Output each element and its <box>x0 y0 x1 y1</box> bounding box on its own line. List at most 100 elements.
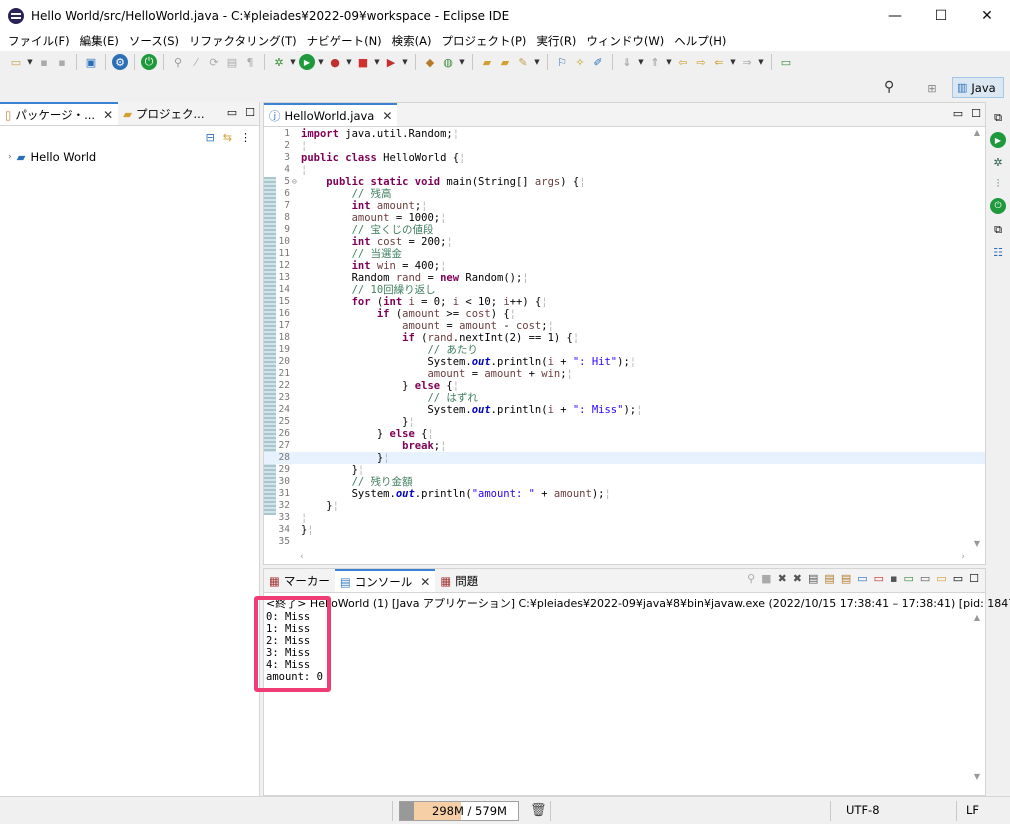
run-icon[interactable]: ▶ <box>299 54 315 70</box>
chevron-down-icon[interactable]: ▼ <box>729 58 737 66</box>
open-type-icon[interactable]: ▰ <box>497 54 513 70</box>
menu-edit[interactable]: 編集(E) <box>75 31 124 51</box>
menu-file[interactable]: ファイル(F) <box>3 31 75 51</box>
pen-icon[interactable]: ✎ <box>515 54 531 70</box>
restore-icon[interactable]: ⧉ <box>990 110 1006 126</box>
tab-problems[interactable]: ▦ 問題 <box>435 569 483 592</box>
chevron-right-icon[interactable]: › <box>8 152 12 162</box>
menu-search[interactable]: 検索(A) <box>387 31 437 51</box>
tab-markers[interactable]: ▦ マーカー <box>264 569 335 592</box>
maximize-pane-icon[interactable]: ☐ <box>969 572 979 585</box>
chevron-down-icon[interactable]: ▼ <box>317 58 325 66</box>
close-icon[interactable]: ✕ <box>420 575 430 589</box>
menu-navigate[interactable]: ナビゲート(N) <box>302 31 387 51</box>
doc-icon[interactable]: ▤ <box>224 54 240 70</box>
task-icon[interactable]: ⚐ <box>554 54 570 70</box>
search-icon[interactable]: ⚲ <box>884 79 894 95</box>
show-stderr-icon[interactable]: ▭ <box>874 572 884 585</box>
power-view-icon[interactable]: ⏻ <box>990 198 1006 214</box>
remove-all-icon[interactable]: ✖ <box>793 572 802 585</box>
annotation-icon[interactable]: ✐ <box>590 54 606 70</box>
editor-vertical-scrollbar[interactable]: ▲ ▼ <box>971 128 983 548</box>
settings-icon[interactable]: ⚙ <box>112 54 128 70</box>
debug-icon[interactable]: ✲ <box>271 54 287 70</box>
new-console-icon[interactable]: ▭ <box>936 572 946 585</box>
close-icon[interactable]: ✕ <box>103 108 113 122</box>
close-button[interactable]: ✕ <box>964 0 1010 31</box>
chevron-down-icon[interactable]: ▼ <box>665 58 673 66</box>
clear-console-icon[interactable]: ▤ <box>808 572 818 585</box>
restore-icon[interactable]: ⧉ <box>990 222 1006 238</box>
menu-window[interactable]: ウィンドウ(W) <box>581 31 669 51</box>
menu-run[interactable]: 実行(R) <box>531 31 581 51</box>
outline-icon[interactable]: ☷ <box>990 244 1006 260</box>
open-console-icon[interactable]: ▭ <box>904 572 914 585</box>
word-wrap-icon[interactable]: ▤ <box>841 572 851 585</box>
open-folder-icon[interactable]: ▰ <box>479 54 495 70</box>
menu-refactor[interactable]: リファクタリング(T) <box>184 31 302 51</box>
chevron-down-icon[interactable]: ▼ <box>373 58 381 66</box>
refresh-icon[interactable]: ⟳ <box>206 54 222 70</box>
maximize-pane-icon[interactable]: ☐ <box>971 107 981 120</box>
view-menu-icon[interactable]: ⋮ <box>240 131 251 144</box>
back-icon[interactable]: ⇐ <box>711 54 727 70</box>
tree-item-project[interactable]: › ▰ Hello World <box>0 148 259 166</box>
show-stdout-icon[interactable]: ▭ <box>857 572 867 585</box>
wand-icon[interactable]: ⁄ <box>188 54 204 70</box>
power-icon[interactable]: ⏻ <box>141 54 157 70</box>
chevron-down-icon[interactable]: ▼ <box>533 58 541 66</box>
tab-package-explorer[interactable]: ▯ パッケージ・... ✕ <box>0 102 119 125</box>
debug-view-icon[interactable]: ✲ <box>990 154 1006 170</box>
coverage-icon[interactable]: ● <box>327 54 343 70</box>
paragraph-icon[interactable]: ¶ <box>242 54 258 70</box>
chevron-down-icon[interactable]: ▼ <box>345 58 353 66</box>
menu-help[interactable]: ヘルプ(H) <box>669 31 731 51</box>
save-output-icon[interactable]: ▪ <box>890 572 897 585</box>
java-perspective-button[interactable]: ▥ Java <box>952 77 1004 98</box>
forward-icon[interactable]: ⇒ <box>739 54 755 70</box>
chevron-down-icon[interactable]: ▼ <box>289 58 297 66</box>
run-view-icon[interactable]: ▶ <box>990 132 1006 148</box>
tab-console[interactable]: ▤ コンソール ✕ <box>334 569 436 592</box>
chevron-down-icon[interactable]: ▼ <box>458 58 466 66</box>
last-edit-forward-icon[interactable]: ⇨ <box>693 54 709 70</box>
menu-project[interactable]: プロジェクト(P) <box>437 31 532 51</box>
minimize-pane-icon[interactable]: ▭ <box>953 107 963 120</box>
chevron-down-icon[interactable]: ▼ <box>637 58 645 66</box>
menu-source[interactable]: ソース(S) <box>124 31 184 51</box>
package-icon[interactable]: ◆ <box>422 54 438 70</box>
display-console-icon[interactable]: ▭ <box>920 572 930 585</box>
code-editor[interactable]: 1 import java.util.Random;¦ 2 ¦ 3 public cl… <box>264 128 985 550</box>
minimize-button[interactable]: — <box>872 0 918 31</box>
next-annotation-icon[interactable]: ⇓ <box>619 54 635 70</box>
console-vertical-scrollbar[interactable]: ▲ ▼ <box>971 613 983 781</box>
minimize-pane-icon[interactable]: ▭ <box>953 572 963 585</box>
stop-icon[interactable]: ■ <box>355 54 371 70</box>
chevron-down-icon[interactable]: ▼ <box>26 58 34 66</box>
new-class-icon[interactable]: ◍ <box>440 54 456 70</box>
collapse-all-icon[interactable]: ⊟ <box>206 131 215 144</box>
heap-status[interactable]: 298M / 579M <box>399 801 519 821</box>
minimize-pane-icon[interactable]: ▭ <box>227 106 237 119</box>
trash-icon[interactable]: 🗑 <box>530 803 547 818</box>
pin-console-icon[interactable]: ⚲ <box>747 572 755 585</box>
terminal-icon[interactable]: ▣ <box>83 54 99 70</box>
sliders-icon[interactable]: ⫶ <box>990 176 1006 192</box>
editor-horizontal-scrollbar[interactable]: ‹ › <box>300 552 965 562</box>
external-tools-icon[interactable]: ▶ <box>383 54 399 70</box>
mark-icon[interactable]: ✧ <box>572 54 588 70</box>
maximize-pane-icon[interactable]: ☐ <box>245 106 255 119</box>
tab-hello-world-java[interactable]: ⓙ HelloWorld.java ✕ <box>264 103 398 126</box>
pin-icon[interactable]: ⚲ <box>170 54 186 70</box>
save-all-icon[interactable]: ▪ <box>54 54 70 70</box>
link-editor-icon[interactable]: ⇆ <box>223 131 232 144</box>
maximize-button[interactable]: ☐ <box>918 0 964 31</box>
new-icon[interactable]: ▭ <box>8 54 24 70</box>
pin-editor-icon[interactable]: ▭ <box>778 54 794 70</box>
last-edit-icon[interactable]: ⇦ <box>675 54 691 70</box>
chevron-down-icon[interactable]: ▼ <box>757 58 765 66</box>
scroll-lock-icon[interactable]: ▤ <box>824 572 834 585</box>
remove-launch-icon[interactable]: ✖ <box>778 572 787 585</box>
save-icon[interactable]: ▪ <box>36 54 52 70</box>
open-perspective-icon[interactable]: ⊞ <box>924 80 940 96</box>
